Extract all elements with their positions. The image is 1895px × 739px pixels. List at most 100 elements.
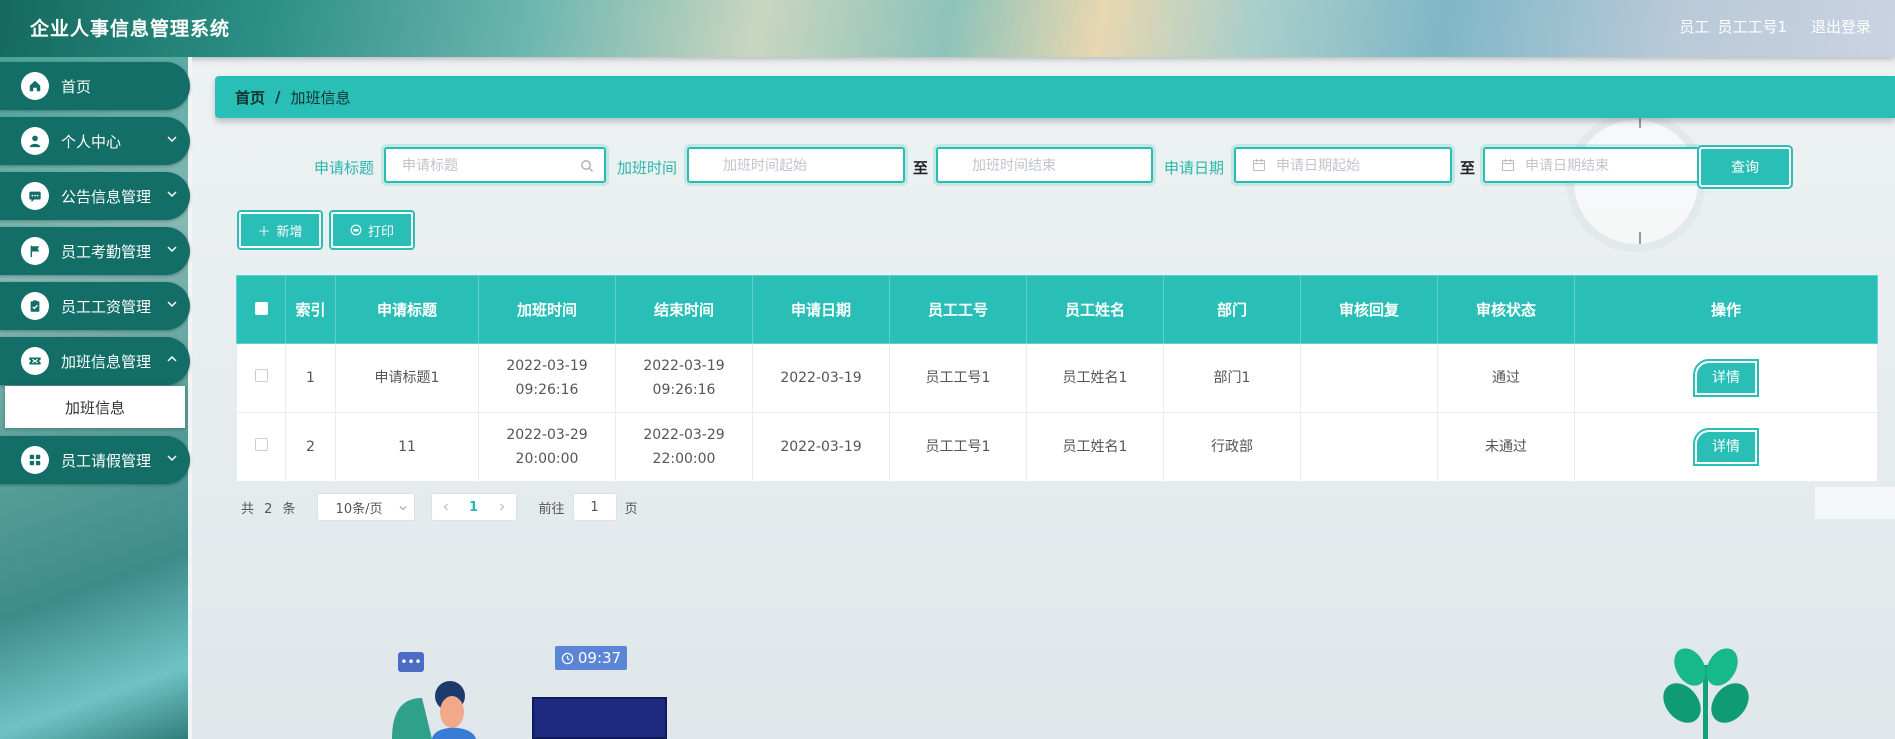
chevron-right-icon [499,503,504,511]
row-checkbox[interactable] [254,369,268,382]
plant-illustration [1663,648,1749,739]
total-count: 共 2 条 [241,501,299,517]
cell-index: 2 [285,412,336,482]
sidebar-item-salary[interactable]: 员工工资管理 [0,282,190,330]
column-header-emp-name: 员工姓名 [1026,275,1164,344]
ot-end-input[interactable]: 加班时间结束 [933,144,1156,186]
cell-emp-name: 员工姓名1 [1026,412,1164,482]
grid-icon [21,446,49,474]
prev-page-button[interactable] [432,502,460,512]
detail-button[interactable]: 详情 [1693,359,1759,397]
chevron-down-icon [167,246,177,253]
date-start-placeholder: 申请日期起始 [1276,158,1360,174]
cell-ot-start: 2022-03-19 09:26:16 [478,343,616,413]
print-button-label: 打印 [367,224,394,240]
time-badge-text: 09:37 [577,649,622,667]
printer-icon [350,224,362,236]
ot-start-placeholder: 加班时间起始 [723,158,807,174]
column-header-emp-no: 员工工号 [889,275,1027,344]
sidebar-item-leave[interactable]: 员工请假管理 [0,436,190,484]
detail-button[interactable]: 详情 [1693,428,1759,466]
row-checkbox[interactable] [254,438,268,451]
calendar-icon [1253,159,1265,171]
table-row: 2 11 2022-03-29 20:00:00 2022-03-29 22:0… [236,412,1878,482]
add-button-label: 新增 [276,224,303,240]
select-all-checkbox[interactable] [254,301,268,315]
header-user-area: 员工 员工工号1 退出登录 [1679,16,1871,37]
range-separator: 至 [1460,159,1476,177]
ot-time-filter-label: 加班时间 [617,159,678,177]
overtime-table: 索引 申请标题 加班时间 结束时间 申请日期 员工工号 员工姓名 部门 审核回复… [236,275,1878,482]
title-filter-label: 申请标题 [314,159,375,177]
goto-page-input[interactable]: 1 [572,493,617,521]
sidebar-subitem-overtime-info[interactable]: 加班信息 [5,386,185,428]
goto-suffix: 页 [624,501,638,517]
range-separator: 至 [913,159,929,177]
person-illustration [392,681,476,739]
cell-reply [1300,412,1438,482]
logout-link[interactable]: 退出登录 [1811,16,1871,37]
message-icon [21,182,49,210]
chat-bubble-icon: ••• [398,652,424,672]
decorative-clock-tick [1639,118,1641,128]
column-header-op: 操作 [1574,275,1878,344]
cell-reply [1300,343,1438,413]
table-row: 1 申请标题1 2022-03-19 09:26:16 2022-03-19 0… [236,343,1878,413]
cell-ot-end: 2022-03-29 22:00:00 [615,412,753,482]
row-select-cell[interactable] [236,412,286,482]
add-button[interactable]: ＋ 新增 [237,210,323,250]
sidebar-item-label: 加班信息管理 [61,352,152,371]
row-select-cell[interactable] [236,343,286,413]
page-navigator: 1 [430,493,517,521]
sidebar-item-label: 员工考勤管理 [61,242,152,261]
top-header: 企业人事信息管理系统 员工 员工工号1 退出登录 [0,0,1895,57]
table-header-row: 索引 申请标题 加班时间 结束时间 申请日期 员工工号 员工姓名 部门 审核回复… [236,275,1878,344]
user-name: 员工工号1 [1717,18,1787,36]
cell-status: 未通过 [1437,412,1575,482]
date-end-input[interactable]: 申请日期结束 [1480,144,1703,186]
calendar-icon [1502,159,1514,171]
chevron-up-icon [167,355,177,362]
breadcrumb: 首页 / 加班信息 [215,76,1895,118]
chevron-down-icon [399,506,406,511]
date-start-input[interactable]: 申请日期起始 [1231,144,1455,186]
chevron-down-icon [167,136,177,143]
cell-ot-end: 2022-03-19 09:26:16 [615,343,753,413]
page-size-value: 10条/页 [335,501,383,517]
cell-emp-no: 员工工号1 [889,343,1027,413]
title-filter-input[interactable]: 申请标题 [381,144,609,186]
home-icon [21,72,49,100]
goto-prefix: 前往 [538,501,565,517]
date-end-placeholder: 申请日期结束 [1525,158,1609,174]
cell-dept: 行政部 [1163,412,1301,482]
cell-op: 详情 [1574,343,1878,413]
next-page-button[interactable] [488,502,516,512]
cell-emp-name: 员工姓名1 [1026,343,1164,413]
sidebar-item-overtime[interactable]: 加班信息管理 [0,337,190,385]
app-title: 企业人事信息管理系统 [30,18,231,40]
breadcrumb-home[interactable]: 首页 [235,87,265,108]
sidebar-item-home[interactable]: 首页 [0,62,190,110]
sidebar-item-attendance[interactable]: 员工考勤管理 [0,227,190,275]
pagination: 共 2 条 10条/页 1 前往 1 页 [241,493,638,521]
column-header-ot-start: 加班时间 [478,275,616,344]
decorative-clock-tick [1639,232,1641,244]
column-header-title: 申请标题 [335,275,479,344]
cell-status: 通过 [1437,343,1575,413]
column-header-index: 索引 [285,275,336,344]
print-button[interactable]: 打印 [329,210,415,250]
current-page-number[interactable]: 1 [460,500,488,515]
page-size-select[interactable]: 10条/页 [316,493,415,521]
decorative-card [1815,487,1895,519]
user-role: 员工 [1679,18,1710,36]
ot-start-input[interactable]: 加班时间起始 [684,144,908,186]
cell-index: 1 [285,343,336,413]
monitor-illustration [532,697,667,739]
cell-title: 申请标题1 [335,343,479,413]
sidebar-item-label: 公告信息管理 [61,187,152,206]
select-all-cell[interactable] [236,275,286,344]
plus-icon: ＋ [257,224,271,240]
column-header-status: 审核状态 [1437,275,1575,344]
query-button[interactable]: 查询 [1697,145,1793,189]
column-header-ot-end: 结束时间 [615,275,753,344]
